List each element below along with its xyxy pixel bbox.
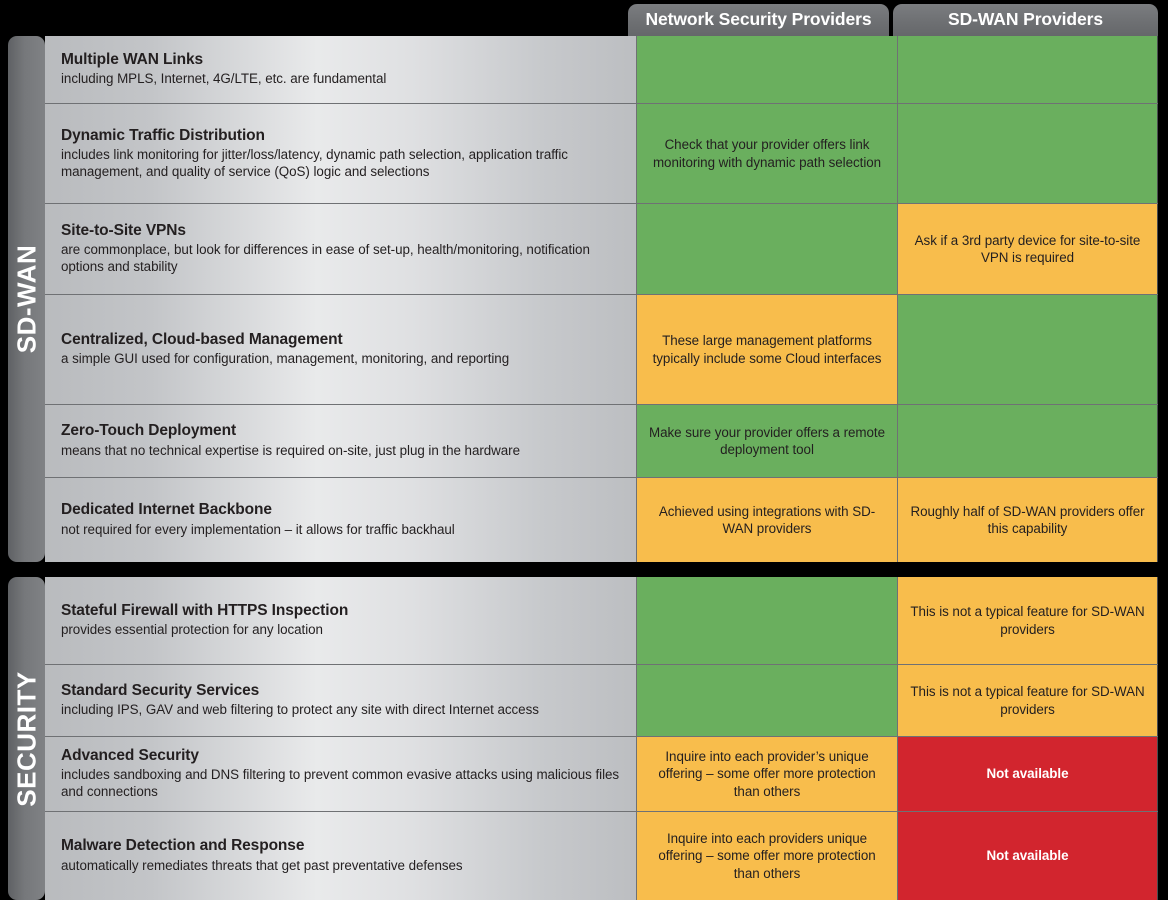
row-subtitle: including IPS, GAV and web filtering to … xyxy=(61,702,539,718)
column-header-sdwan-providers: SD-WAN Providers xyxy=(893,4,1158,36)
cell-sdwan-providers: Not available xyxy=(898,737,1157,811)
column-header-row: Network Security Providers SD-WAN Provid… xyxy=(0,0,1168,36)
row-description: Centralized, Cloud-based Management a si… xyxy=(45,295,637,404)
cell-network-security-providers xyxy=(637,36,898,103)
cell-network-security-providers: Inquire into each providers unique offer… xyxy=(637,812,898,900)
section-rail-sd-wan: SD-WAN xyxy=(8,36,45,562)
row-description: Dynamic Traffic Distribution includes li… xyxy=(45,104,637,203)
row-title: Zero-Touch Deployment xyxy=(61,422,237,440)
section-security: Stateful Firewall with HTTPS Inspection … xyxy=(45,577,1158,900)
table-row: Dedicated Internet Backbone not required… xyxy=(45,478,1158,562)
cell-sdwan-providers xyxy=(898,295,1157,404)
column-header-network-security-providers: Network Security Providers xyxy=(628,4,889,36)
row-subtitle: includes link monitoring for jitter/loss… xyxy=(61,146,568,179)
table-row: Site-to-Site VPNs are commonplace, but l… xyxy=(45,204,1158,295)
cell-network-security-providers: Inquire into each provider’s unique offe… xyxy=(637,737,898,811)
table-row: Centralized, Cloud-based Management a si… xyxy=(45,295,1158,405)
table-row: Zero-Touch Deployment means that no tech… xyxy=(45,405,1158,478)
cell-network-security-providers: Make sure your provider offers a remote … xyxy=(637,405,898,477)
section-label-security: SECURITY xyxy=(11,670,41,807)
table-row: Multiple WAN Links including MPLS, Inter… xyxy=(45,36,1158,104)
cell-network-security-providers: These large management platforms typical… xyxy=(637,295,898,404)
cell-sdwan-providers: Not available xyxy=(898,812,1157,900)
comparison-matrix: Network Security Providers SD-WAN Provid… xyxy=(0,0,1168,900)
row-description: Advanced Security includes sandboxing an… xyxy=(45,737,637,811)
cell-sdwan-providers: Ask if a 3rd party device for site-to-si… xyxy=(898,204,1157,294)
row-title: Centralized, Cloud-based Management xyxy=(61,330,343,348)
row-subtitle: not required for every implementation – … xyxy=(61,521,455,537)
row-title: Multiple WAN Links xyxy=(61,50,204,68)
row-title: Dynamic Traffic Distribution xyxy=(61,126,265,144)
row-description: Multiple WAN Links including MPLS, Inter… xyxy=(45,36,637,103)
row-subtitle: including MPLS, Internet, 4G/LTE, etc. a… xyxy=(61,71,387,87)
table-row: Stateful Firewall with HTTPS Inspection … xyxy=(45,577,1158,665)
cell-sdwan-providers xyxy=(898,405,1157,477)
cell-sdwan-providers: Roughly half of SD-WAN providers offer t… xyxy=(898,478,1157,562)
table-row: Dynamic Traffic Distribution includes li… xyxy=(45,104,1158,204)
row-title: Site-to-Site VPNs xyxy=(61,222,186,240)
row-subtitle: are commonplace, but look for difference… xyxy=(61,242,590,275)
row-title: Advanced Security xyxy=(61,747,199,765)
table-row: Standard Security Services including IPS… xyxy=(45,665,1158,737)
cell-network-security-providers xyxy=(637,204,898,294)
row-subtitle: includes sandboxing and DNS filtering to… xyxy=(61,767,620,800)
row-subtitle: means that no technical expertise is req… xyxy=(61,442,520,458)
row-description: Dedicated Internet Backbone not required… xyxy=(45,478,637,562)
row-description: Malware Detection and Response automatic… xyxy=(45,812,637,900)
table-row: Malware Detection and Response automatic… xyxy=(45,812,1158,900)
section-rail-security: SECURITY xyxy=(8,577,45,900)
row-description: Zero-Touch Deployment means that no tech… xyxy=(45,405,637,477)
row-subtitle: a simple GUI used for configuration, man… xyxy=(61,351,510,367)
row-title: Stateful Firewall with HTTPS Inspection xyxy=(61,601,349,619)
row-description: Site-to-Site VPNs are commonplace, but l… xyxy=(45,204,637,294)
row-title: Malware Detection and Response xyxy=(61,837,305,855)
cell-sdwan-providers: This is not a typical feature for SD-WAN… xyxy=(898,577,1157,664)
cell-sdwan-providers xyxy=(898,36,1157,103)
cell-network-security-providers: Achieved using integrations with SD-WAN … xyxy=(637,478,898,562)
cell-network-security-providers xyxy=(637,665,898,736)
row-subtitle: automatically remediates threats that ge… xyxy=(61,857,463,873)
table-row: Advanced Security includes sandboxing an… xyxy=(45,737,1158,812)
row-description: Stateful Firewall with HTTPS Inspection … xyxy=(45,577,637,664)
row-description: Standard Security Services including IPS… xyxy=(45,665,637,736)
row-title: Dedicated Internet Backbone xyxy=(61,501,272,519)
cell-network-security-providers xyxy=(637,577,898,664)
section-label-sd-wan: SD-WAN xyxy=(11,244,41,354)
row-subtitle: provides essential protection for any lo… xyxy=(61,622,323,638)
cell-sdwan-providers: This is not a typical feature for SD-WAN… xyxy=(898,665,1157,736)
row-title: Standard Security Services xyxy=(61,681,260,699)
section-sd-wan: Multiple WAN Links including MPLS, Inter… xyxy=(45,36,1158,562)
cell-network-security-providers: Check that your provider offers link mon… xyxy=(637,104,898,203)
cell-sdwan-providers xyxy=(898,104,1157,203)
